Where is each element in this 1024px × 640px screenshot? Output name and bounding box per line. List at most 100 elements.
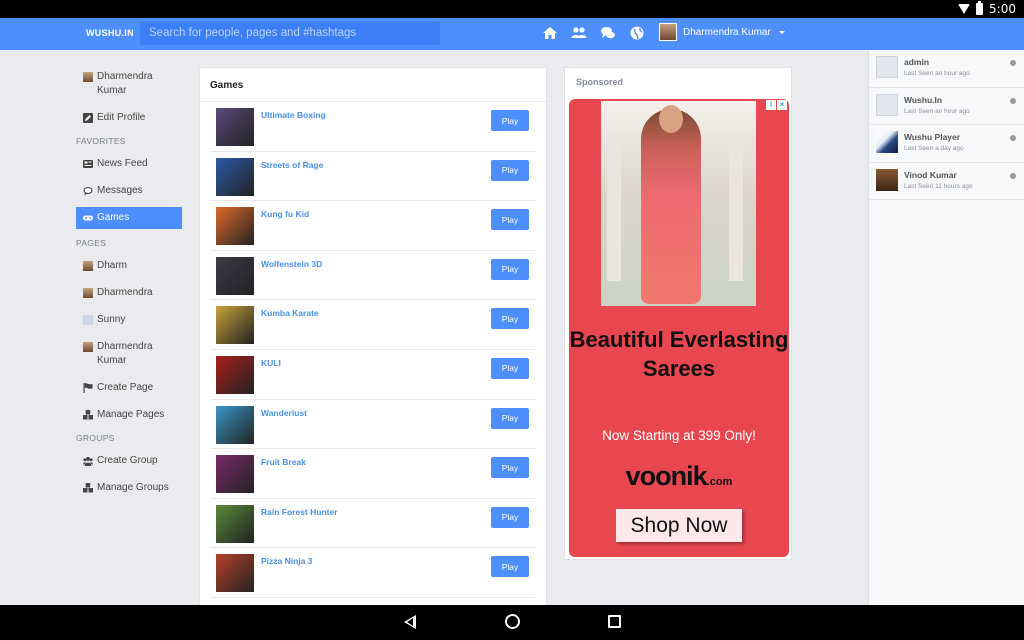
search-input[interactable] — [140, 22, 440, 45]
caret-down-icon — [778, 30, 785, 34]
status-dot-icon — [1010, 60, 1016, 66]
game-name[interactable]: Wolfenstein 3D — [261, 259, 322, 269]
friends-icon[interactable] — [571, 25, 587, 41]
play-button[interactable]: Play — [491, 308, 529, 330]
game-name[interactable]: KULI — [261, 358, 281, 368]
game-row: Fruit Break Play — [211, 449, 535, 499]
edit-icon — [83, 113, 93, 123]
online-friend[interactable]: Vinod Kumar Last Seen 11 hours ago — [869, 163, 1024, 200]
game-name[interactable]: Kumba Karate — [261, 308, 319, 318]
gamepad-icon — [83, 213, 93, 223]
sidebar-item-label: Manage Groups — [97, 482, 169, 493]
online-friend[interactable]: Wushu Player Last Seen a day ago — [869, 125, 1024, 163]
play-button[interactable]: Play — [491, 556, 529, 578]
back-icon[interactable] — [404, 615, 416, 629]
game-thumbnail[interactable] — [216, 405, 254, 444]
game-thumbnail[interactable] — [216, 256, 254, 295]
android-nav-bar — [0, 605, 1024, 640]
status-dot-icon — [1010, 172, 1016, 179]
adchoices-icon[interactable]: i × — [766, 100, 787, 110]
sidebar-item-page[interactable]: Dharm — [76, 257, 182, 275]
game-row: Wolfenstein 3D Play — [211, 251, 535, 301]
status-dot-icon — [1010, 135, 1016, 141]
friend-avatar — [876, 93, 898, 116]
sidebar-item-page[interactable]: Sunny — [76, 311, 182, 329]
games-title: Games — [200, 68, 546, 102]
game-name[interactable]: Pizza Ninja 3 — [261, 556, 313, 566]
play-button[interactable]: Play — [491, 407, 529, 429]
game-row: Pizza Ninja 3 Play — [211, 548, 535, 598]
game-thumbnail[interactable] — [216, 554, 254, 593]
sidebar-item-page[interactable]: Dharmendra Kumar — [76, 338, 182, 370]
play-button[interactable]: Play — [491, 506, 529, 528]
game-name[interactable]: Wanderlust — [261, 408, 307, 418]
friend-last-seen: Last Seen a day ago — [904, 145, 964, 152]
ad-brand-suffix: .com — [706, 476, 733, 488]
game-name[interactable]: Rain Forest Hunter — [261, 507, 338, 517]
user-menu[interactable]: Dharmendra Kumar — [659, 23, 785, 41]
sidebar-item-games[interactable]: Games — [76, 207, 182, 229]
game-thumbnail[interactable] — [216, 157, 254, 196]
sidebar-item-label: Dharm — [97, 260, 128, 271]
ad-banner[interactable]: i × Beautiful Everlasting Sarees Now Sta… — [569, 99, 789, 557]
game-name[interactable]: Streets of Rage — [261, 160, 323, 170]
shop-now-button[interactable]: Shop Now — [616, 509, 742, 542]
game-thumbnail[interactable] — [216, 355, 254, 394]
pages-heading: PAGES — [76, 238, 107, 248]
online-friend[interactable]: Wushu.In Last Seen an hour ago — [869, 88, 1024, 125]
sidebar-item-messages[interactable]: Messages — [76, 182, 182, 200]
game-list: Ultimate Boxing Play Streets of Rage Play Ku… — [200, 102, 546, 598]
sidebar-item-news-feed[interactable]: News Feed — [76, 155, 182, 173]
game-name[interactable]: Kung fu Kid — [261, 209, 309, 219]
sidebar-item-label: Dharmendra — [97, 287, 153, 298]
game-thumbnail[interactable] — [216, 504, 254, 543]
game-row: Kumba Karate Play — [211, 300, 535, 350]
home-circle-icon[interactable] — [505, 614, 520, 629]
cubes-icon — [83, 483, 93, 493]
friend-last-seen: Last Seen 11 hours ago — [904, 182, 973, 190]
online-friend[interactable]: admin Last Seen an hour ago — [869, 50, 1024, 88]
sidebar-item-manage-groups[interactable]: Manage Groups — [76, 479, 182, 497]
game-row: Wanderlust Play — [211, 400, 535, 450]
page-avatar-icon — [83, 315, 93, 325]
friend-name: admin — [904, 57, 930, 67]
sponsored-title: Sponsored — [576, 77, 624, 87]
close-icon[interactable]: × — [777, 100, 787, 110]
page-avatar-icon — [83, 261, 93, 271]
recent-apps-icon[interactable] — [608, 615, 621, 628]
game-name[interactable]: Fruit Break — [261, 457, 306, 467]
page-avatar-icon — [83, 342, 93, 352]
sidebar-item-label: Games — [97, 212, 130, 223]
top-navbar: WUSHU.IN Dharmendra Kumar — [0, 18, 1024, 50]
left-sidebar: Dharmendra Kumar Edit Profile FAVORITES … — [76, 68, 182, 506]
sidebar-item-edit-profile[interactable]: Edit Profile — [76, 109, 182, 127]
game-thumbnail[interactable] — [216, 108, 254, 146]
sidebar-item-create-group[interactable]: Create Group — [76, 452, 182, 470]
favorites-heading: FAVORITES — [76, 136, 126, 146]
play-button[interactable]: Play — [491, 110, 529, 131]
game-thumbnail[interactable] — [216, 455, 254, 494]
play-button[interactable]: Play — [491, 159, 529, 181]
sidebar-item-label: Dharmendra Kumar — [97, 71, 153, 96]
brand-logo[interactable]: WUSHU.IN — [86, 28, 134, 38]
sidebar-item-create-page[interactable]: Create Page — [76, 379, 182, 397]
play-button[interactable]: Play — [491, 457, 529, 479]
ad-brand-logo: voonik.com — [569, 461, 789, 492]
page-avatar-icon — [83, 288, 93, 298]
game-name[interactable]: Ultimate Boxing — [261, 110, 326, 120]
game-thumbnail[interactable] — [216, 306, 254, 345]
play-button[interactable]: Play — [491, 357, 529, 379]
play-button[interactable]: Play — [491, 209, 529, 231]
globe-icon[interactable] — [629, 25, 645, 41]
sidebar-item-manage-pages[interactable]: Manage Pages — [76, 406, 182, 424]
sidebar-item-label: Sunny — [97, 314, 126, 325]
messages-icon[interactable] — [600, 25, 616, 41]
sidebar-item-profile[interactable]: Dharmendra Kumar — [76, 68, 182, 100]
status-dot-icon — [1010, 97, 1016, 104]
game-row: Ultimate Boxing Play — [211, 102, 535, 152]
home-icon[interactable] — [542, 25, 558, 41]
sidebar-item-label: Create Page — [97, 382, 154, 393]
sidebar-item-page[interactable]: Dharmendra — [76, 284, 182, 302]
game-thumbnail[interactable] — [216, 207, 254, 246]
play-button[interactable]: Play — [491, 258, 529, 280]
